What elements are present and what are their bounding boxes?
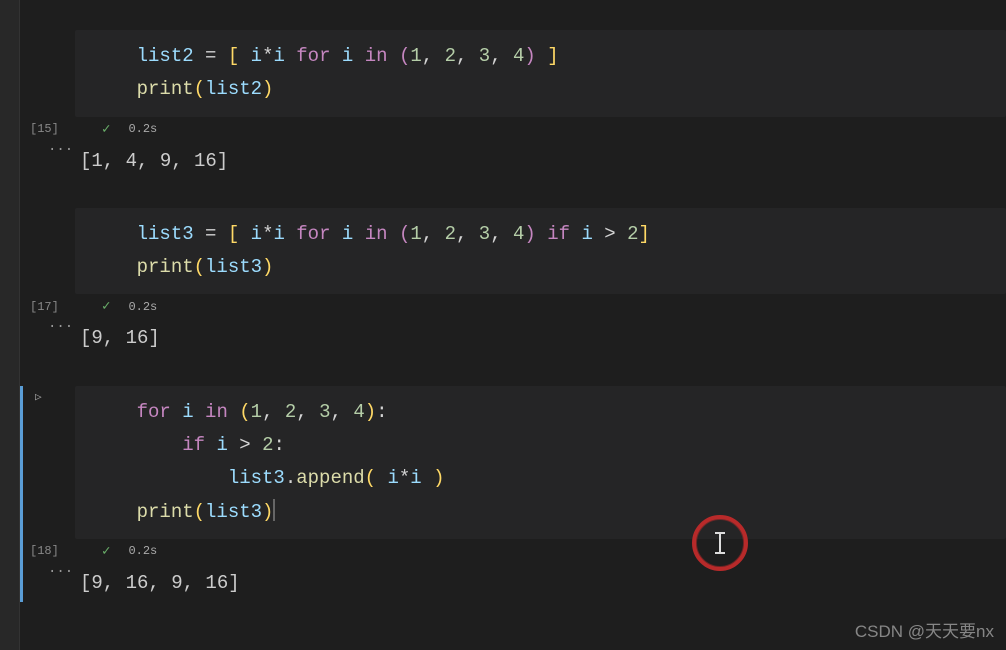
more-icon[interactable]: ··· (48, 142, 73, 158)
cell-output: [1, 4, 9, 16] (80, 142, 1006, 180)
notebook-cell-active[interactable]: ▷ for i in (1, 2, 3, 4): if i > 2: list3… (20, 386, 1006, 602)
more-icon[interactable]: ··· (48, 564, 73, 580)
duration-label: 0.2s (128, 122, 157, 136)
duration-label: 0.2s (128, 544, 157, 558)
execution-count: [18] (30, 544, 58, 558)
execution-count: [17] (30, 300, 58, 314)
cell-output: [9, 16] (80, 319, 1006, 357)
notebook-cell[interactable]: list3 = [ i*i for i in (1, 2, 3, 4) if i… (20, 208, 1006, 358)
success-icon: ✓ (102, 298, 110, 315)
watermark: CSDN @天天要nx (855, 617, 994, 642)
success-icon: ✓ (102, 543, 110, 560)
cell-output: [9, 16, 9, 16] (80, 564, 1006, 602)
more-icon[interactable]: ··· (48, 319, 73, 335)
code-block[interactable]: list3 = [ i*i for i in (1, 2, 3, 4) if i… (75, 208, 1006, 295)
cell-status: [18] ✓ 0.2s (30, 539, 1006, 564)
cell-status: [15] ✓ 0.2s (30, 117, 1006, 142)
code-block[interactable]: for i in (1, 2, 3, 4): if i > 2: list3.a… (75, 386, 1006, 539)
notebook-editor: list2 = [ i*i for i in (1, 2, 3, 4) ] pr… (20, 0, 1006, 650)
execution-count: [15] (30, 122, 58, 136)
notebook-cell[interactable]: list2 = [ i*i for i in (1, 2, 3, 4) ] pr… (20, 0, 1006, 180)
success-icon: ✓ (102, 121, 110, 138)
activity-bar[interactable] (0, 0, 20, 650)
cell-status: [17] ✓ 0.2s (30, 294, 1006, 319)
run-cell-icon[interactable]: ▷ (35, 390, 42, 404)
duration-label: 0.2s (128, 300, 157, 314)
code-block[interactable]: list2 = [ i*i for i in (1, 2, 3, 4) ] pr… (75, 30, 1006, 117)
